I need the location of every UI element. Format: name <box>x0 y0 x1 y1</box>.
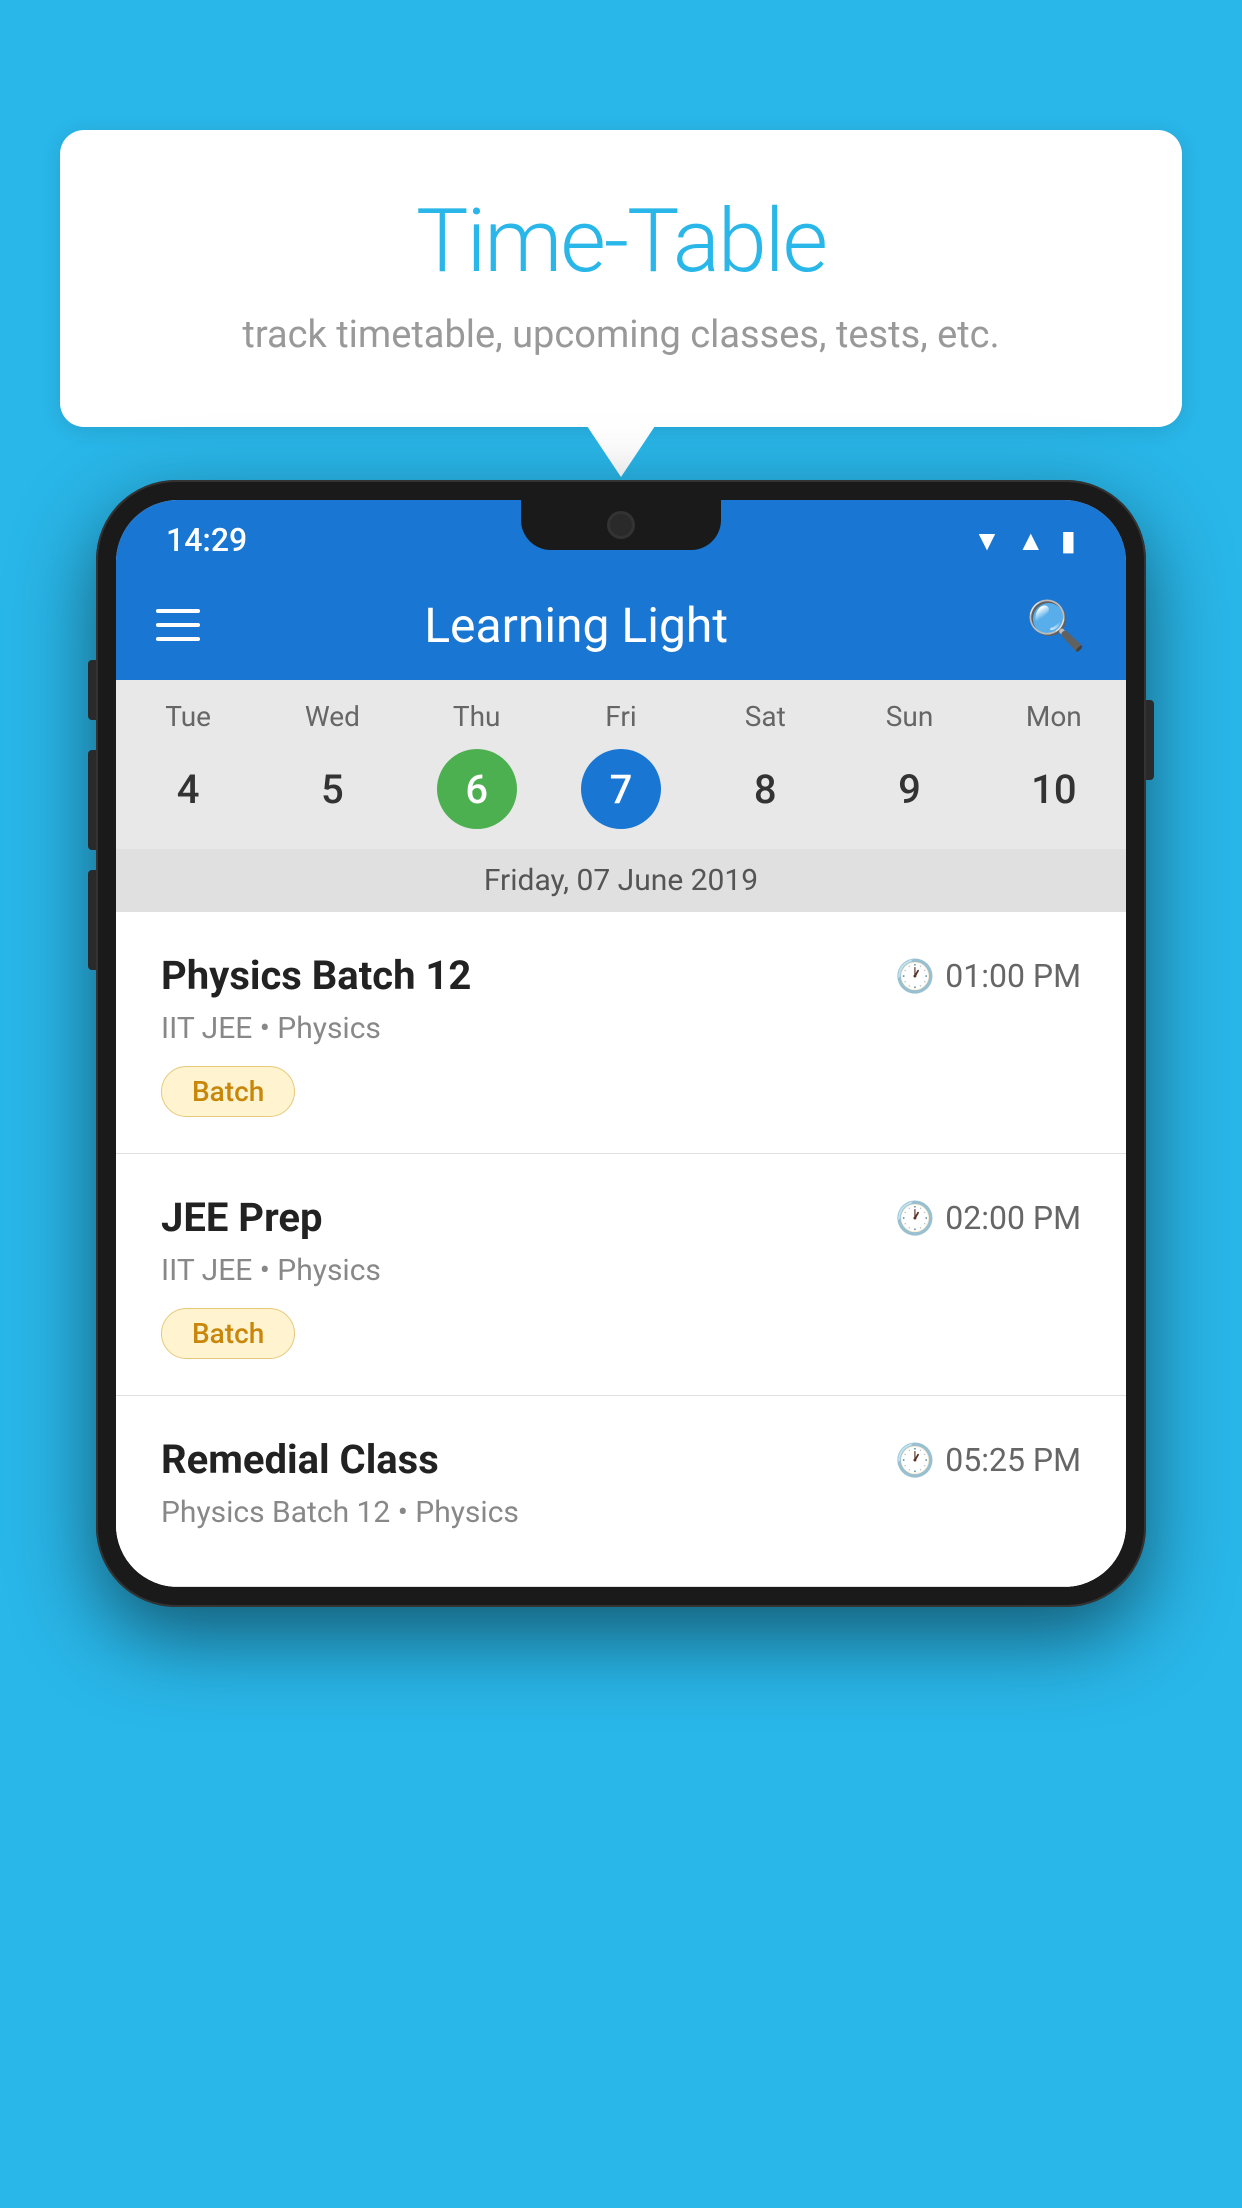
schedule-item-title: Physics Batch 12 <box>161 952 471 999</box>
schedule-item-time: 🕐 02:00 PM <box>895 1199 1081 1237</box>
cal-day-number: 4 <box>148 749 228 829</box>
cal-day-number: 9 <box>870 749 950 829</box>
cal-day-name: Wed <box>260 700 404 733</box>
schedule-time-text: 05:25 PM <box>945 1441 1081 1479</box>
schedule-time-text: 01:00 PM <box>945 957 1081 995</box>
calendar-day-9[interactable]: Sun 9 <box>837 700 981 849</box>
schedule-item-2[interactable]: Remedial Class 🕐 05:25 PM Physics Batch 12 … <box>116 1396 1126 1587</box>
bubble-subtitle: track timetable, upcoming classes, tests… <box>140 313 1102 357</box>
schedule-item-1[interactable]: JEE Prep 🕐 02:00 PM IIT JEE • Physics Batch <box>116 1154 1126 1396</box>
calendar-day-8[interactable]: Sat 8 <box>693 700 837 849</box>
calendar-day-7[interactable]: Fri 7 <box>549 700 693 849</box>
selected-date-label: Friday, 07 June 2019 <box>116 849 1126 912</box>
phone-notch <box>521 500 721 550</box>
search-button[interactable]: 🔍 <box>1026 597 1086 654</box>
bubble-card: Time-Table track timetable, upcoming cla… <box>60 130 1182 427</box>
phone-screen: 14:29 ▼ ▲ ▮ Learning Light 🔍 Tue4W <box>116 500 1126 1587</box>
cal-day-number: 8 <box>725 749 805 829</box>
cal-day-name: Sun <box>837 700 981 733</box>
cal-day-number: 6 <box>437 749 517 829</box>
cal-day-name: Sat <box>693 700 837 733</box>
cal-day-number: 10 <box>1014 749 1094 829</box>
cal-day-name: Mon <box>982 700 1126 733</box>
schedule-item-header: Remedial Class 🕐 05:25 PM <box>161 1436 1081 1483</box>
clock-icon: 🕐 <box>895 1441 935 1479</box>
status-icons: ▼ ▲ ▮ <box>973 524 1076 557</box>
wifi-icon: ▼ <box>973 524 1001 557</box>
cal-day-name: Fri <box>549 700 693 733</box>
signal-icon: ▲ <box>1017 524 1045 557</box>
clock-icon: 🕐 <box>895 1199 935 1237</box>
batch-badge: Batch <box>161 1308 295 1359</box>
status-time: 14:29 <box>166 521 247 559</box>
phone-wrapper: 14:29 ▼ ▲ ▮ Learning Light 🔍 Tue4W <box>96 480 1146 1607</box>
schedule-time-text: 02:00 PM <box>945 1199 1081 1237</box>
schedule-item-subtitle: IIT JEE • Physics <box>161 1011 1081 1046</box>
phone-button-power <box>1146 700 1154 780</box>
schedule-item-subtitle: Physics Batch 12 • Physics <box>161 1495 1081 1530</box>
phone-button-volume-down <box>88 870 96 970</box>
calendar-week-row: Tue 4 Wed 5 Thu 6 Fri 7 Sat 8 Sun 9 Mon 10 <box>116 680 1126 849</box>
phone-frame: 14:29 ▼ ▲ ▮ Learning Light 🔍 Tue4W <box>96 480 1146 1607</box>
calendar-day-6[interactable]: Thu 6 <box>405 700 549 849</box>
clock-icon: 🕐 <box>895 957 935 995</box>
bubble-title: Time-Table <box>140 190 1102 293</box>
promo-bubble: Time-Table track timetable, upcoming cla… <box>60 130 1182 427</box>
schedule-item-title: Remedial Class <box>161 1436 439 1483</box>
cal-day-name: Tue <box>116 700 260 733</box>
phone-button-volume-silent <box>88 660 96 720</box>
calendar-day-10[interactable]: Mon 10 <box>982 700 1126 849</box>
calendar-day-5[interactable]: Wed 5 <box>260 700 404 849</box>
batch-badge: Batch <box>161 1066 295 1117</box>
phone-camera <box>607 511 635 539</box>
schedule-list: Physics Batch 12 🕐 01:00 PM IIT JEE • Physi… <box>116 912 1126 1587</box>
schedule-item-time: 🕐 05:25 PM <box>895 1441 1081 1479</box>
schedule-item-header: JEE Prep 🕐 02:00 PM <box>161 1194 1081 1241</box>
cal-day-name: Thu <box>405 700 549 733</box>
phone-button-volume-up <box>88 750 96 850</box>
cal-day-number: 7 <box>581 749 661 829</box>
app-bar: Learning Light 🔍 <box>116 570 1126 680</box>
calendar-day-4[interactable]: Tue 4 <box>116 700 260 849</box>
schedule-item-subtitle: IIT JEE • Physics <box>161 1253 1081 1288</box>
app-title: Learning Light <box>156 597 996 654</box>
schedule-item-title: JEE Prep <box>161 1194 322 1241</box>
battery-icon: ▮ <box>1061 524 1076 557</box>
cal-day-number: 5 <box>292 749 372 829</box>
schedule-item-time: 🕐 01:00 PM <box>895 957 1081 995</box>
schedule-item-0[interactable]: Physics Batch 12 🕐 01:00 PM IIT JEE • Physi… <box>116 912 1126 1154</box>
schedule-item-header: Physics Batch 12 🕐 01:00 PM <box>161 952 1081 999</box>
